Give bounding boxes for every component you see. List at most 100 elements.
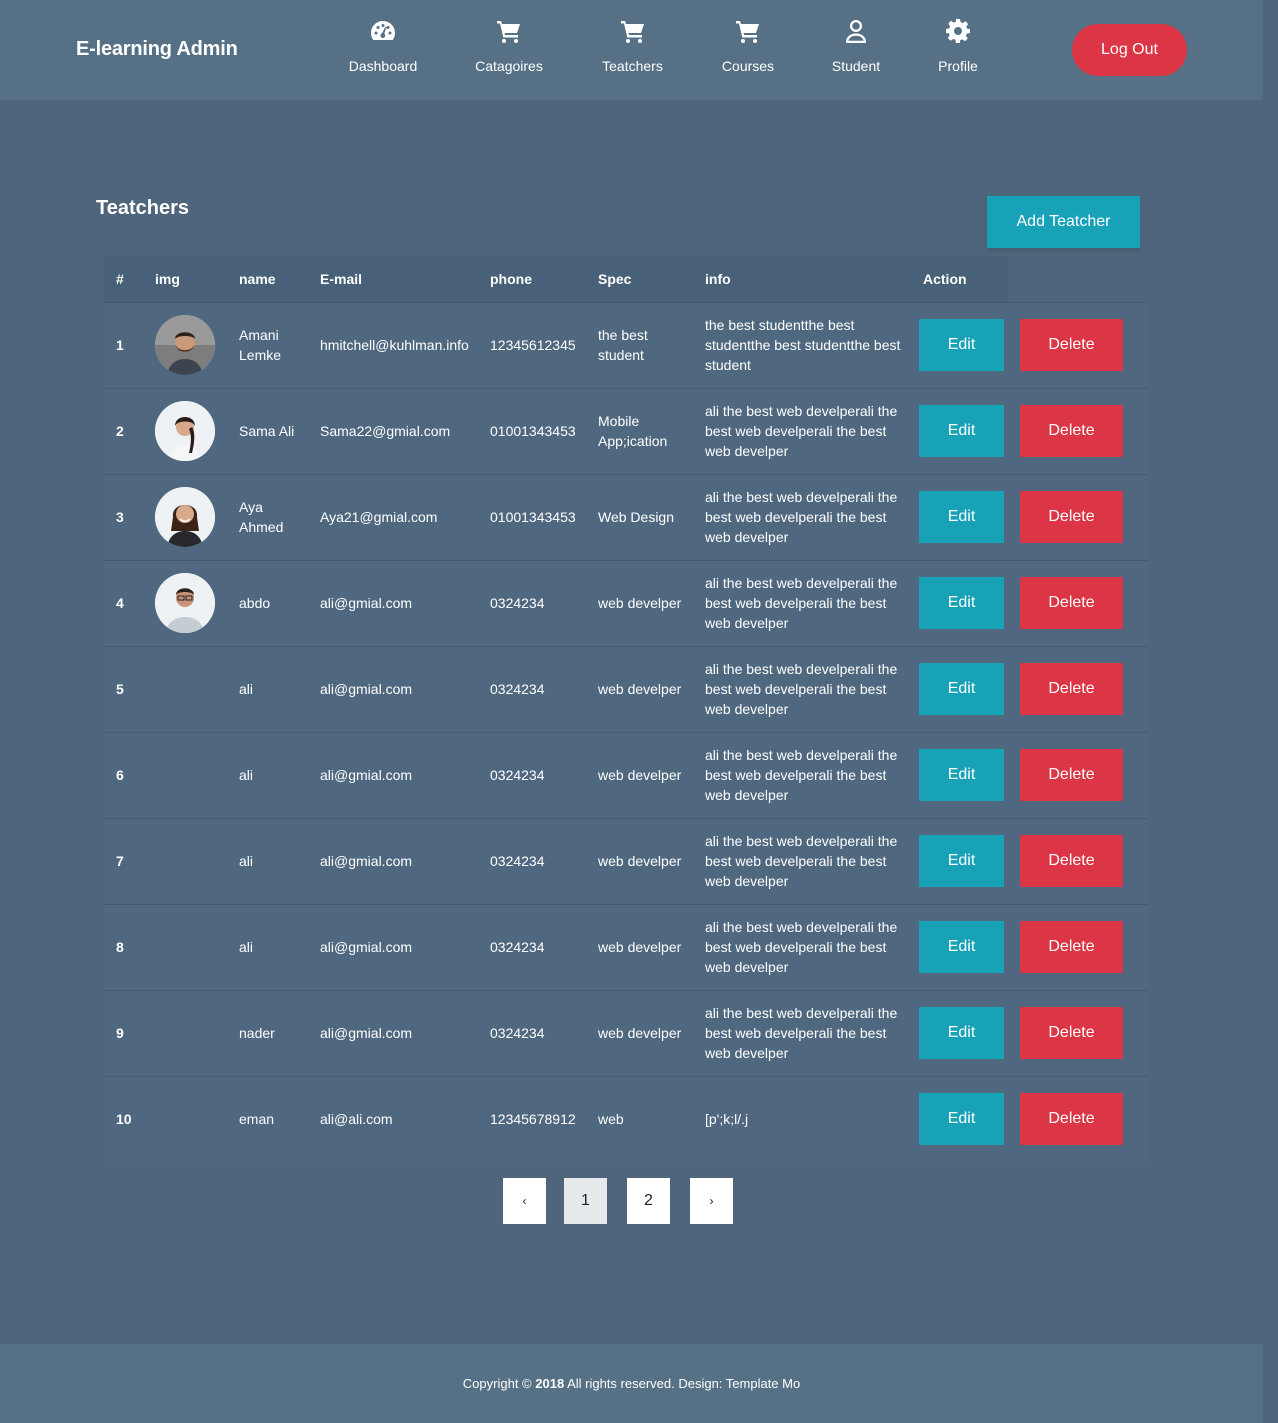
avatar (155, 315, 215, 375)
cell-spec: web (598, 1111, 624, 1128)
header-num: # (104, 256, 143, 302)
cell-img (143, 732, 227, 818)
nav-item-courses[interactable]: Courses (720, 18, 776, 74)
delete-button[interactable]: Delete (1020, 491, 1123, 543)
cell-delete: Delete (1008, 302, 1147, 388)
cell-edit: Edit (911, 474, 1008, 560)
cell-spec: Web Design (598, 509, 675, 525)
cell-num: 3 (116, 509, 124, 525)
edit-button[interactable]: Edit (919, 749, 1004, 801)
nav-item-student[interactable]: Student (829, 18, 883, 74)
cell-img (143, 1076, 227, 1162)
cell-delete: Delete (1008, 474, 1147, 560)
cell-email: ali@gmial.com (320, 595, 413, 611)
cell-email: Aya21@gmial.com (320, 509, 438, 525)
cell-email: hmitchell@kuhlman.info (320, 337, 469, 353)
delete-button[interactable]: Delete (1020, 921, 1123, 973)
edit-button[interactable]: Edit (919, 405, 1004, 457)
edit-button[interactable]: Edit (919, 319, 1004, 371)
table-row: 6 ali ali@gmial.com 0324234 web develper ali … (104, 732, 1147, 818)
page-button-1[interactable]: 1 (564, 1178, 607, 1224)
delete-button[interactable]: Delete (1020, 1007, 1123, 1059)
header-info: info (693, 256, 911, 302)
cell-num: 10 (116, 1111, 132, 1128)
delete-button[interactable]: Delete (1020, 663, 1123, 715)
cell-info: ali the best web develperali the best we… (705, 489, 898, 545)
cell-name: ali (239, 853, 254, 869)
cell-info: ali the best web develperali the best we… (705, 747, 898, 803)
edit-button[interactable]: Edit (919, 1007, 1004, 1059)
cell-delete: Delete (1008, 904, 1147, 990)
user-icon (829, 18, 883, 50)
delete-button[interactable]: Delete (1020, 1093, 1123, 1146)
cell-info: ali the best web develperali the best we… (705, 833, 898, 889)
footer: Copyright © 2018 All rights reserved. De… (0, 1344, 1263, 1423)
nav-item-dashboard[interactable]: Dashboard (348, 18, 418, 74)
cell-spec: web develper (598, 595, 682, 611)
cell-num: 6 (116, 767, 124, 783)
delete-button[interactable]: Delete (1020, 577, 1123, 629)
cell-info: the best studentthe best studentthe best… (705, 317, 901, 373)
page-prev-button[interactable]: ‹ (503, 1178, 546, 1224)
table-row: 9 nader ali@gmial.com 0324234 web develper al… (104, 990, 1147, 1076)
nav-item-profile[interactable]: Profile (936, 18, 980, 74)
delete-button[interactable]: Delete (1020, 319, 1123, 371)
cell-spec: web develper (598, 1025, 682, 1041)
nav-item-teatchers[interactable]: Teatchers (600, 18, 665, 74)
cell-email: ali@gmial.com (320, 681, 413, 697)
cell-num: 4 (116, 595, 124, 611)
page-next-button[interactable]: › (690, 1178, 733, 1224)
avatar (155, 401, 215, 461)
add-teacher-button[interactable]: Add Teatcher (987, 196, 1140, 248)
header-spec: Spec (586, 256, 693, 302)
cell-name: abdo (239, 595, 271, 611)
cell-img (143, 560, 227, 646)
logout-button[interactable]: Log Out (1072, 24, 1187, 76)
top-navbar: E-learning Admin Dashboard Catagoires Te… (0, 0, 1263, 100)
header-img: img (143, 256, 227, 302)
nav-item-catagoires[interactable]: Catagoires (474, 18, 544, 74)
edit-button[interactable]: Edit (919, 835, 1004, 887)
avatar (155, 487, 215, 547)
edit-button[interactable]: Edit (919, 1093, 1004, 1146)
table-row: 2 Sama Ali Sama22@gmial.com 01001343453 Mobi… (104, 388, 1147, 474)
cell-num: 5 (116, 681, 124, 697)
header-action: Action (911, 256, 1008, 302)
cell-img (143, 904, 227, 990)
footer-year: 2018 (535, 1376, 565, 1391)
cell-num: 7 (116, 853, 124, 869)
cell-name: Amani Lemke (239, 327, 282, 363)
delete-button[interactable]: Delete (1020, 749, 1123, 801)
delete-button[interactable]: Delete (1020, 835, 1123, 887)
delete-button[interactable]: Delete (1020, 405, 1123, 457)
cell-edit: Edit (911, 646, 1008, 732)
edit-button[interactable]: Edit (919, 577, 1004, 629)
cell-email: ali@gmial.com (320, 1025, 413, 1041)
table-row: 3 Aya Ahmed Aya21@gmial.com 01001343453 Web … (104, 474, 1147, 560)
table-row: 1 Amani Lemke hmitchell@kuhlman.info 123456… (104, 302, 1147, 388)
brand-title[interactable]: E-learning Admin (76, 38, 238, 61)
cell-phone: 12345612345 (490, 337, 576, 353)
footer-suffix: All rights reserved. Design: Template Mo (564, 1376, 801, 1391)
table-row: 7 ali ali@gmial.com 0324234 web develper ali … (104, 818, 1147, 904)
cell-edit: Edit (911, 904, 1008, 990)
cell-name: Aya Ahmed (239, 499, 284, 535)
cell-name: nader (239, 1025, 275, 1041)
cell-img (143, 646, 227, 732)
cell-spec: web develper (598, 939, 682, 955)
edit-button[interactable]: Edit (919, 491, 1004, 543)
cell-edit: Edit (911, 990, 1008, 1076)
header-spacer (1008, 256, 1147, 302)
cell-delete: Delete (1008, 388, 1147, 474)
edit-button[interactable]: Edit (919, 663, 1004, 715)
table-row: 5 ali ali@gmial.com 0324234 web develper ali … (104, 646, 1147, 732)
page-button-2[interactable]: 2 (627, 1178, 670, 1224)
nav-label: Catagoires (475, 58, 543, 74)
edit-button[interactable]: Edit (919, 921, 1004, 973)
table-header-row: # img name E-mail phone Spec info Action (104, 256, 1147, 302)
cell-info: ali the best web develperali the best we… (705, 403, 898, 459)
header-email: E-mail (308, 256, 478, 302)
cell-edit: Edit (911, 818, 1008, 904)
cell-delete: Delete (1008, 990, 1147, 1076)
cell-img (143, 388, 227, 474)
